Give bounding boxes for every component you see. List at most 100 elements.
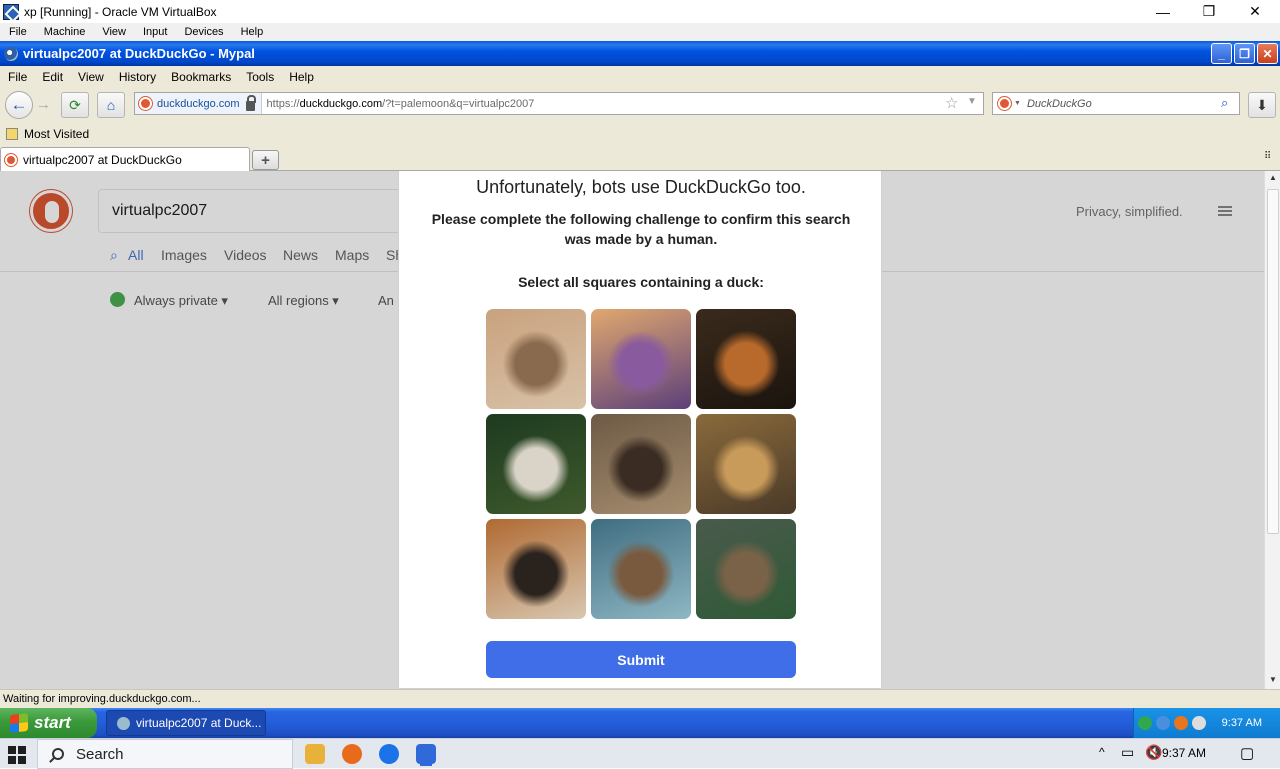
status-text: Waiting for improving.duckduckgo.com... — [3, 693, 201, 705]
challenge-tile-blue-billed-duck[interactable] — [591, 519, 691, 619]
url-bar[interactable]: duckduckgo.com https://duckduckgo.com/?t… — [134, 92, 984, 115]
browser-maximize-button[interactable]: ❐ — [1234, 43, 1255, 64]
restore-button[interactable]: ❐ — [1186, 0, 1232, 23]
browser-menu-edit[interactable]: Edit — [34, 70, 70, 84]
status-bar: Waiting for improving.duckduckgo.com... — [0, 689, 1280, 708]
bookmark-most-visited[interactable]: Most Visited — [24, 127, 89, 141]
browser-menu-bookmarks[interactable]: Bookmarks — [163, 70, 238, 84]
tray-chevron-icon[interactable]: ^ — [1099, 745, 1105, 759]
challenge-tile-lion[interactable] — [696, 414, 796, 514]
tab-title: virtualpc2007 at DuckDuckGo — [23, 152, 182, 167]
forward-button[interactable]: → — [36, 96, 51, 113]
virtualbox-title: xp [Running] - Oracle VM VirtualBox — [24, 4, 217, 19]
browser-menu-bar: File Edit View History Bookmarks Tools H… — [0, 66, 1280, 87]
submit-button[interactable]: Submit — [486, 641, 796, 678]
tab-favicon-icon — [5, 153, 17, 166]
challenge-instruction: Select all squares containing a duck: — [518, 274, 764, 290]
browser-close-button[interactable]: ✕ — [1257, 43, 1278, 64]
challenge-tile-tiger[interactable] — [486, 519, 586, 619]
browser-menu-tools[interactable]: Tools — [238, 70, 281, 84]
challenge-tile-whistling-duck[interactable] — [591, 414, 691, 514]
challenge-tile-mallards[interactable] — [696, 519, 796, 619]
search-engine-dropdown-icon[interactable]: ▼ — [1014, 100, 1021, 107]
xp-taskbar: start virtualpc2007 at Duck... 9:37 AM — [0, 708, 1280, 738]
menu-input[interactable]: Input — [134, 26, 175, 38]
tray-app-icon[interactable] — [1174, 716, 1188, 730]
browser-title-bar: virtualpc2007 at DuckDuckGo - Mypal _ ❐ … — [0, 41, 1280, 66]
duckduckgo-favicon-icon — [139, 97, 152, 110]
reload-button[interactable]: ⟳ — [61, 92, 89, 118]
bookmark-star-icon[interactable]: ☆ — [945, 94, 958, 112]
windows-flag-icon — [10, 713, 28, 733]
url-dropdown-icon[interactable]: ▼ — [967, 96, 977, 107]
browser-minimize-button[interactable]: _ — [1211, 43, 1232, 64]
tray-network-icon[interactable] — [1138, 716, 1152, 730]
minimize-button[interactable]: — — [1140, 0, 1186, 23]
back-button[interactable]: ← — [5, 91, 33, 119]
volume-icon[interactable]: 🔇 — [1145, 744, 1162, 761]
lock-icon — [245, 94, 256, 111]
virtualbox-title-bar: xp [Running] - Oracle VM VirtualBox — ❐ … — [0, 0, 1280, 23]
challenge-tile-giraffes[interactable] — [486, 309, 586, 409]
bookmarks-toolbar: Most Visited — [0, 123, 1280, 145]
search-icon[interactable]: ⌕ — [1221, 95, 1228, 111]
folder-icon — [6, 128, 18, 140]
mypal-icon — [4, 46, 18, 61]
host-search-label: Search — [76, 745, 124, 763]
new-tab-button[interactable]: + — [252, 150, 279, 170]
xp-clock[interactable]: 9:37 AM — [1222, 717, 1262, 729]
challenge-tile-eagle[interactable] — [486, 414, 586, 514]
challenge-dialog: Unfortunately, bots use DuckDuckGo too. … — [398, 171, 882, 689]
virtualbox-icon — [3, 3, 19, 20]
home-button[interactable]: ⌂ — [97, 92, 125, 118]
chrome-icon[interactable] — [379, 744, 399, 764]
start-label: start — [34, 713, 71, 732]
challenge-title: Unfortunately, bots use DuckDuckGo too. — [476, 177, 806, 197]
scroll-up-icon[interactable]: ▲ — [1267, 173, 1279, 185]
tab-active[interactable]: virtualpc2007 at DuckDuckGo — [0, 147, 250, 171]
scrollbar-thumb[interactable] — [1267, 189, 1279, 534]
virtualbox-menu-bar: File Machine View Input Devices Help — [0, 23, 1280, 41]
downloads-button[interactable]: ⬇ — [1248, 92, 1276, 118]
file-explorer-icon[interactable] — [305, 744, 325, 764]
challenge-tile-owls[interactable] — [591, 309, 691, 409]
challenge-tile-squirrel[interactable] — [696, 309, 796, 409]
menu-file[interactable]: File — [0, 26, 35, 38]
guest-screen: virtualpc2007 at DuckDuckGo - Mypal _ ❐ … — [0, 41, 1280, 738]
firefox-icon[interactable] — [342, 744, 362, 764]
close-button[interactable]: ✕ — [1232, 0, 1278, 23]
mypal-task-icon — [117, 716, 130, 730]
browser-menu-help[interactable]: Help — [281, 70, 321, 84]
tray-settings-icon[interactable] — [1192, 716, 1206, 730]
search-icon — [52, 748, 64, 760]
challenge-subtitle: Please complete the following challenge … — [431, 211, 851, 247]
browser-title: virtualpc2007 at DuckDuckGo - Mypal — [23, 46, 255, 61]
host-taskbar: Search ^ ▭ 🔇 9:37 AM ▢ — [0, 738, 1280, 769]
network-icon[interactable]: ▭ — [1121, 744, 1134, 761]
browser-menu-file[interactable]: File — [0, 70, 34, 84]
windows-start-icon[interactable] — [8, 746, 26, 764]
site-identity[interactable]: duckduckgo.com — [135, 93, 262, 114]
virtualbox-task-icon[interactable] — [416, 744, 436, 764]
menu-help[interactable]: Help — [232, 26, 272, 38]
menu-devices[interactable]: Devices — [175, 26, 231, 38]
menu-view[interactable]: View — [93, 26, 134, 38]
tab-list-icon[interactable]: ⠿ — [1264, 151, 1271, 162]
identity-host: duckduckgo.com — [157, 97, 240, 110]
browser-menu-view[interactable]: View — [70, 70, 111, 84]
task-label: virtualpc2007 at Duck... — [136, 716, 262, 730]
host-search-box[interactable]: Search — [37, 739, 293, 769]
host-clock[interactable]: 9:37 AM — [1162, 746, 1206, 760]
url-prefix: https:// — [266, 97, 300, 110]
xp-task-button[interactable]: virtualpc2007 at Duck... — [106, 710, 266, 736]
page-scrollbar[interactable]: ▲ ▼ — [1264, 171, 1280, 689]
notifications-icon[interactable]: ▢ — [1240, 744, 1254, 762]
url-text[interactable]: https://duckduckgo.com/?t=palemoon&q=vir… — [267, 98, 535, 110]
scroll-down-icon[interactable]: ▼ — [1267, 675, 1279, 687]
tray-update-icon[interactable] — [1156, 716, 1170, 730]
search-bar[interactable]: ▼ DuckDuckGo ⌕ — [992, 92, 1240, 115]
search-engine-icon[interactable] — [998, 97, 1011, 110]
browser-menu-history[interactable]: History — [111, 70, 163, 84]
xp-start-button[interactable]: start — [0, 708, 97, 738]
menu-machine[interactable]: Machine — [35, 26, 94, 38]
